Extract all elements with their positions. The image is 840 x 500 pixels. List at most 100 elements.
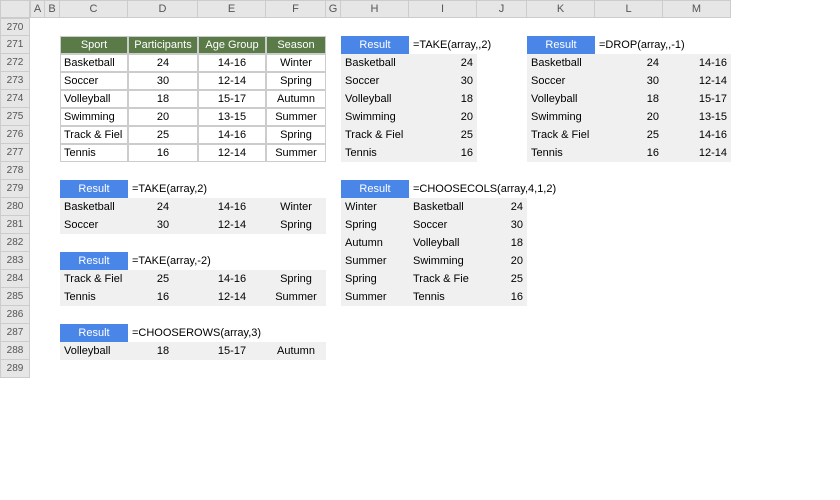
result-header-taketop[interactable]: Result bbox=[60, 180, 128, 198]
res-dropcols-2-2[interactable]: 15-17 bbox=[663, 90, 731, 108]
source-part-0[interactable]: 24 bbox=[128, 54, 198, 72]
res-dropcols-2-1[interactable]: 18 bbox=[595, 90, 663, 108]
formula-dropcols[interactable]: =DROP(array,,-1) bbox=[595, 36, 795, 54]
res-chooserows-0-0[interactable]: Volleyball bbox=[60, 342, 128, 360]
source-header-3[interactable]: Season bbox=[266, 36, 326, 54]
res-choosecols-1-1[interactable]: Soccer bbox=[409, 216, 477, 234]
res-choosecols-1-0[interactable]: Spring bbox=[341, 216, 409, 234]
result-header-choosecols[interactable]: Result bbox=[341, 180, 409, 198]
res-takebot-0-3[interactable]: Spring bbox=[266, 270, 326, 288]
source-part-4[interactable]: 25 bbox=[128, 126, 198, 144]
res-taketop-1-2[interactable]: 12-14 bbox=[198, 216, 266, 234]
res-dropcols-5-1[interactable]: 16 bbox=[595, 144, 663, 162]
res-takecols-4-0[interactable]: Track & Fiel bbox=[341, 126, 409, 144]
source-season-4[interactable]: Spring bbox=[266, 126, 326, 144]
column-header-H[interactable]: H bbox=[341, 0, 409, 18]
res-choosecols-2-2[interactable]: 18 bbox=[477, 234, 527, 252]
res-takebot-1-2[interactable]: 12-14 bbox=[198, 288, 266, 306]
source-header-1[interactable]: Participants bbox=[128, 36, 198, 54]
row-header-289[interactable]: 289 bbox=[0, 360, 30, 378]
result-header-takecols[interactable]: Result bbox=[341, 36, 409, 54]
res-takebot-0-1[interactable]: 25 bbox=[128, 270, 198, 288]
res-takecols-1-1[interactable]: 30 bbox=[409, 72, 477, 90]
row-header-277[interactable]: 277 bbox=[0, 144, 30, 162]
res-choosecols-4-1[interactable]: Track & Fie bbox=[409, 270, 477, 288]
source-sport-3[interactable]: Swimming bbox=[60, 108, 128, 126]
res-takecols-2-1[interactable]: 18 bbox=[409, 90, 477, 108]
row-header-273[interactable]: 273 bbox=[0, 72, 30, 90]
source-season-1[interactable]: Spring bbox=[266, 72, 326, 90]
res-taketop-1-1[interactable]: 30 bbox=[128, 216, 198, 234]
res-choosecols-3-0[interactable]: Summer bbox=[341, 252, 409, 270]
res-dropcols-3-1[interactable]: 20 bbox=[595, 108, 663, 126]
select-all-corner[interactable] bbox=[0, 0, 30, 18]
column-header-A[interactable]: A bbox=[30, 0, 45, 18]
res-choosecols-5-0[interactable]: Summer bbox=[341, 288, 409, 306]
source-sport-1[interactable]: Soccer bbox=[60, 72, 128, 90]
source-season-3[interactable]: Summer bbox=[266, 108, 326, 126]
row-header-272[interactable]: 272 bbox=[0, 54, 30, 72]
res-choosecols-2-1[interactable]: Volleyball bbox=[409, 234, 477, 252]
row-header-279[interactable]: 279 bbox=[0, 180, 30, 198]
res-dropcols-1-0[interactable]: Soccer bbox=[527, 72, 595, 90]
source-season-5[interactable]: Summer bbox=[266, 144, 326, 162]
row-header-271[interactable]: 271 bbox=[0, 36, 30, 54]
formula-taketop[interactable]: =TAKE(array,2) bbox=[128, 180, 328, 198]
column-header-G[interactable]: G bbox=[326, 0, 341, 18]
res-choosecols-0-0[interactable]: Winter bbox=[341, 198, 409, 216]
source-sport-5[interactable]: Tennis bbox=[60, 144, 128, 162]
res-chooserows-0-2[interactable]: 15-17 bbox=[198, 342, 266, 360]
row-header-281[interactable]: 281 bbox=[0, 216, 30, 234]
source-season-0[interactable]: Winter bbox=[266, 54, 326, 72]
row-header-286[interactable]: 286 bbox=[0, 306, 30, 324]
column-header-L[interactable]: L bbox=[595, 0, 663, 18]
res-dropcols-2-0[interactable]: Volleyball bbox=[527, 90, 595, 108]
row-header-278[interactable]: 278 bbox=[0, 162, 30, 180]
source-age-2[interactable]: 15-17 bbox=[198, 90, 266, 108]
res-taketop-0-0[interactable]: Basketball bbox=[60, 198, 128, 216]
res-choosecols-4-0[interactable]: Spring bbox=[341, 270, 409, 288]
res-takecols-3-0[interactable]: Swimming bbox=[341, 108, 409, 126]
row-header-274[interactable]: 274 bbox=[0, 90, 30, 108]
res-takecols-4-1[interactable]: 25 bbox=[409, 126, 477, 144]
source-part-3[interactable]: 20 bbox=[128, 108, 198, 126]
res-takebot-1-0[interactable]: Tennis bbox=[60, 288, 128, 306]
res-takebot-1-3[interactable]: Summer bbox=[266, 288, 326, 306]
formula-chooserows[interactable]: =CHOOSEROWS(array,3) bbox=[128, 324, 328, 342]
source-header-0[interactable]: Sport bbox=[60, 36, 128, 54]
res-choosecols-4-2[interactable]: 25 bbox=[477, 270, 527, 288]
source-season-2[interactable]: Autumn bbox=[266, 90, 326, 108]
row-header-282[interactable]: 282 bbox=[0, 234, 30, 252]
res-choosecols-3-2[interactable]: 20 bbox=[477, 252, 527, 270]
row-header-285[interactable]: 285 bbox=[0, 288, 30, 306]
source-sport-0[interactable]: Basketball bbox=[60, 54, 128, 72]
res-takecols-2-0[interactable]: Volleyball bbox=[341, 90, 409, 108]
res-taketop-0-1[interactable]: 24 bbox=[128, 198, 198, 216]
result-header-takebot[interactable]: Result bbox=[60, 252, 128, 270]
formula-choosecols[interactable]: =CHOOSECOLS(array,4,1,2) bbox=[409, 180, 609, 198]
row-header-283[interactable]: 283 bbox=[0, 252, 30, 270]
res-dropcols-0-0[interactable]: Basketball bbox=[527, 54, 595, 72]
res-takecols-5-0[interactable]: Tennis bbox=[341, 144, 409, 162]
source-age-1[interactable]: 12-14 bbox=[198, 72, 266, 90]
res-dropcols-1-2[interactable]: 12-14 bbox=[663, 72, 731, 90]
res-chooserows-0-1[interactable]: 18 bbox=[128, 342, 198, 360]
column-header-K[interactable]: K bbox=[527, 0, 595, 18]
column-header-C[interactable]: C bbox=[60, 0, 128, 18]
source-part-5[interactable]: 16 bbox=[128, 144, 198, 162]
formula-takecols[interactable]: =TAKE(array,,2) bbox=[409, 36, 609, 54]
formula-takebot[interactable]: =TAKE(array,-2) bbox=[128, 252, 328, 270]
res-dropcols-0-2[interactable]: 14-16 bbox=[663, 54, 731, 72]
row-header-270[interactable]: 270 bbox=[0, 18, 30, 36]
res-dropcols-3-0[interactable]: Swimming bbox=[527, 108, 595, 126]
res-dropcols-4-0[interactable]: Track & Fiel bbox=[527, 126, 595, 144]
res-takecols-0-0[interactable]: Basketball bbox=[341, 54, 409, 72]
column-header-B[interactable]: B bbox=[45, 0, 60, 18]
res-taketop-0-2[interactable]: 14-16 bbox=[198, 198, 266, 216]
res-dropcols-1-1[interactable]: 30 bbox=[595, 72, 663, 90]
res-choosecols-3-1[interactable]: Swimming bbox=[409, 252, 477, 270]
row-header-284[interactable]: 284 bbox=[0, 270, 30, 288]
source-sport-2[interactable]: Volleyball bbox=[60, 90, 128, 108]
column-header-E[interactable]: E bbox=[198, 0, 266, 18]
source-age-0[interactable]: 14-16 bbox=[198, 54, 266, 72]
